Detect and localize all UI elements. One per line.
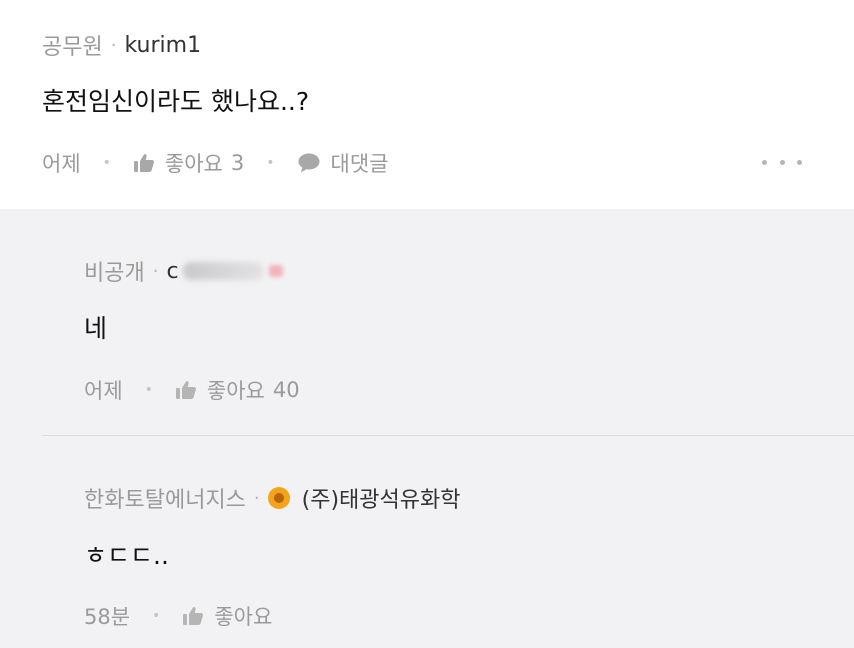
- reply-label: 대댓글: [330, 152, 389, 176]
- action-separator: •: [102, 155, 111, 171]
- like-label: 좋아요: [214, 605, 273, 629]
- author-job: 공무원: [42, 35, 103, 60]
- author-company: 비공개: [84, 261, 145, 286]
- reply-divider: [42, 435, 854, 436]
- like-label: 좋아요: [206, 379, 265, 403]
- like-button[interactable]: 좋아요 3: [133, 148, 244, 178]
- like-count: 40: [272, 378, 300, 402]
- action-separator: •: [144, 382, 153, 398]
- reply-meta: 한화토탈에너지스 · (주)태광석유화학: [84, 482, 461, 514]
- comment-time: 어제: [42, 152, 81, 176]
- reply-actions: 어제 • 좋아요 40: [84, 375, 300, 405]
- more-dot: [779, 159, 785, 165]
- comment-meta: 공무원 · kurim1: [42, 29, 201, 61]
- thumbs-up-icon: [175, 381, 196, 399]
- author-company: 한화토탈에너지스: [84, 488, 246, 513]
- reply-meta: 비공개 · c: [84, 255, 283, 287]
- thumbs-up-icon: [133, 154, 154, 172]
- blurred-badge: [268, 265, 283, 277]
- like-count: 3: [230, 151, 245, 175]
- action-separator: •: [266, 155, 275, 171]
- meta-separator: ·: [152, 260, 159, 282]
- author-name[interactable]: c: [166, 259, 178, 284]
- reply-text: 네: [84, 314, 108, 343]
- comment-thread: 공무원 · kurim1 혼전임신이라도 했나요..? 어제 • 좋아요 3 •: [0, 0, 854, 648]
- reply-text: ㅎㄷㄷ..: [84, 541, 169, 570]
- reply-actions: 58분 • 좋아요: [84, 601, 272, 631]
- like-label: 좋아요: [164, 152, 223, 176]
- like-button[interactable]: 좋아요: [182, 601, 272, 631]
- reply-time: 58분: [84, 605, 131, 629]
- thumbs-up-icon: [183, 607, 204, 625]
- main-comment: 공무원 · kurim1 혼전임신이라도 했나요..? 어제 • 좋아요 3 •: [0, 0, 854, 209]
- comment-actions: 어제 • 좋아요 3 • 대댓글: [42, 148, 388, 178]
- more-dots-icon[interactable]: [762, 148, 802, 176]
- reply-button[interactable]: 대댓글: [297, 148, 389, 178]
- meta-separator: ·: [253, 487, 260, 509]
- author-name[interactable]: (주)태광석유화학: [302, 482, 461, 514]
- blurred-author-name: [182, 262, 263, 280]
- sun-badge-icon: [267, 487, 290, 509]
- action-separator: •: [152, 608, 161, 624]
- author-name[interactable]: kurim1: [124, 33, 201, 58]
- more-dot: [797, 159, 802, 165]
- comment-text: 혼전임신이라도 했나요..?: [42, 87, 310, 116]
- reply-time: 어제: [84, 379, 123, 403]
- like-button[interactable]: 좋아요 40: [175, 375, 300, 405]
- speech-bubble-icon: [298, 153, 320, 173]
- meta-separator: ·: [110, 34, 117, 56]
- more-dot: [762, 159, 767, 165]
